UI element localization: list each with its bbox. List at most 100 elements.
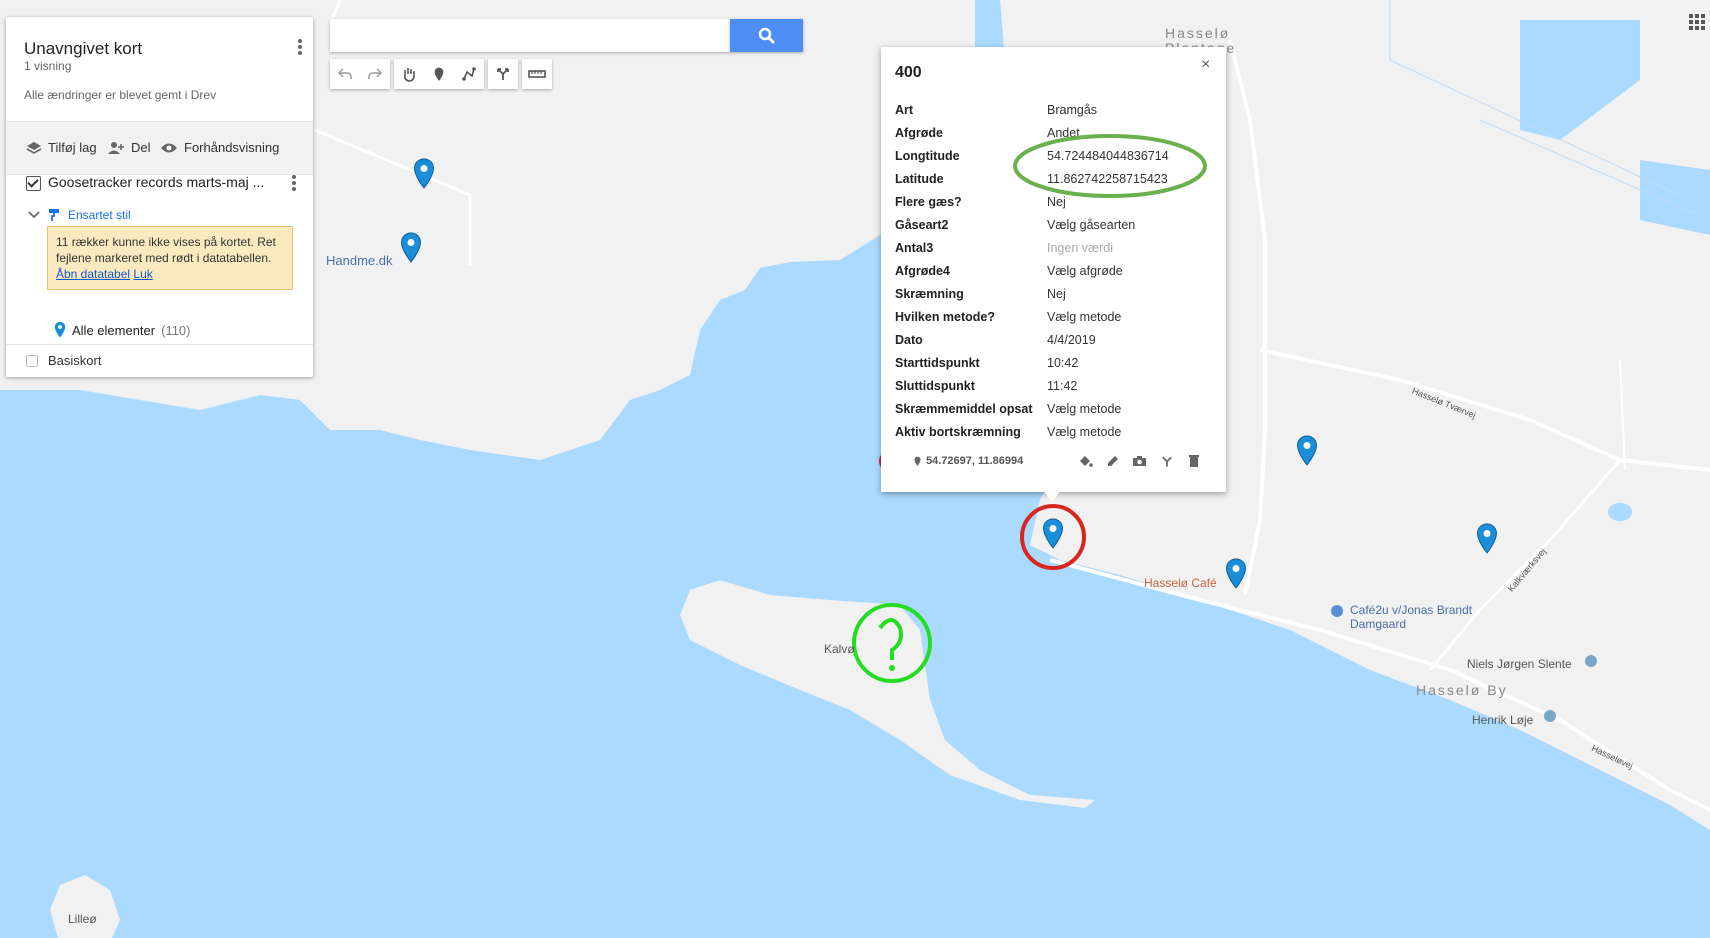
popup-actions	[1072, 451, 1207, 471]
measure-group	[522, 59, 552, 89]
popup-field-row: Antal3 Ingen værdi	[895, 241, 1215, 259]
layers-panel: Unavngivet kort 1 visning Alle ændringer…	[6, 17, 313, 377]
field-key: Latitude	[895, 172, 944, 186]
map-label-hasselo-cafe[interactable]: Hasselø Café	[1144, 576, 1217, 590]
basemap-expand-icon[interactable]	[26, 354, 38, 367]
camera-icon[interactable]	[1126, 451, 1153, 471]
field-key: Starttidspunkt	[895, 356, 980, 370]
trash-icon[interactable]	[1180, 451, 1207, 471]
apps-grid-icon[interactable]	[1688, 13, 1706, 31]
map-pin-icon[interactable]	[1042, 518, 1064, 550]
field-key: Afgrøde	[895, 126, 943, 140]
add-marker-icon[interactable]	[424, 59, 454, 89]
warning-text: 11 rækker kunne ikke vises på kortet. Re…	[56, 235, 276, 265]
field-key: Hvilken metode?	[895, 310, 996, 324]
map-pin-icon[interactable]	[1225, 558, 1247, 590]
popup-field-row: Art Bramgås	[895, 103, 1215, 121]
field-key: Skræmning	[895, 287, 964, 301]
redo-icon[interactable]	[360, 59, 390, 89]
popup-coordinates: 54.72697, 11.86994	[914, 455, 1023, 467]
field-value: Vælg afgrøde	[1047, 264, 1123, 278]
layer-row[interactable]: Goosetracker records marts-maj ...	[26, 172, 296, 196]
layer-visibility-checkbox[interactable]	[26, 176, 41, 191]
directions-icon[interactable]	[1153, 451, 1180, 471]
popup-field-row: Afgrøde4 Vælg afgrøde	[895, 264, 1215, 282]
search-input[interactable]	[330, 19, 730, 52]
layer-options-icon[interactable]	[284, 173, 304, 195]
dismiss-warning-link[interactable]: Luk	[133, 267, 152, 281]
eye-icon	[161, 143, 177, 152]
map-title[interactable]: Unavngivet kort	[24, 39, 142, 59]
popup-field-row: Hvilken metode? Vælg metode	[895, 310, 1215, 328]
undo-redo-group	[330, 59, 390, 89]
import-warning: 11 rækker kunne ikke vises på kortet. Re…	[47, 226, 293, 290]
field-key: Antal3	[895, 241, 934, 255]
field-value: Ingen værdi	[1047, 241, 1114, 255]
preview-label: Forhåndsvisning	[184, 140, 280, 155]
map-label-henrik[interactable]: Henrik Løje	[1472, 713, 1533, 727]
pin-icon	[54, 321, 66, 338]
share-button[interactable]: Del	[107, 140, 151, 155]
field-value: Vælg metode	[1047, 402, 1122, 416]
draw-line-icon[interactable]	[454, 59, 484, 89]
popup-title: 400	[895, 64, 922, 81]
chevron-down-icon[interactable]	[28, 211, 40, 219]
directions-group	[488, 59, 518, 89]
edit-pencil-icon[interactable]	[1099, 451, 1126, 471]
undo-icon[interactable]	[330, 59, 360, 89]
all-elements-label: Alle elementer	[72, 322, 156, 338]
panel-toolbar: Tilføj lag Del Forhåndsvisning	[6, 121, 313, 175]
ruler-icon[interactable]	[522, 59, 552, 89]
paint-roller-icon	[49, 209, 59, 221]
directions-icon[interactable]	[488, 59, 518, 89]
search-button[interactable]	[730, 19, 803, 52]
map-pin-icon[interactable]	[413, 158, 435, 190]
feature-info-popup: 400 × Art Bramgås Afgrøde Andet Longtitude…	[881, 47, 1226, 492]
map-label-handme[interactable]: Handme.dk	[326, 253, 392, 268]
field-value: Bramgås	[1047, 103, 1098, 117]
all-elements-row[interactable]: Alle elementer (110)	[54, 321, 191, 339]
map-pin-icon[interactable]	[400, 232, 422, 264]
field-key: Afgrøde4	[895, 264, 950, 278]
field-key: Sluttidspunkt	[895, 379, 975, 393]
preview-button[interactable]: Forhåndsvisning	[160, 140, 279, 155]
add-person-icon	[108, 141, 124, 154]
hand-icon[interactable]	[394, 59, 424, 89]
field-value: 11:42	[1047, 379, 1078, 393]
layer-name[interactable]: Goosetracker records marts-maj ...	[48, 174, 264, 190]
field-value: 10:42	[1047, 356, 1079, 370]
popup-field-row: Skræmning Nej	[895, 287, 1215, 305]
popup-pointer	[1043, 490, 1061, 502]
field-key: Longtitude	[895, 149, 960, 163]
map-pin-icon[interactable]	[1296, 435, 1318, 467]
popup-field-row: Gåseart2 Vælg gåsearten	[895, 218, 1215, 236]
popup-field-row: Starttidspunkt 10:42	[895, 356, 1215, 374]
field-key: Dato	[895, 333, 923, 347]
style-row[interactable]: Ensartet stil	[28, 208, 131, 222]
views-count: 1 visning	[24, 59, 72, 73]
map-pin-icon[interactable]	[1476, 523, 1498, 555]
field-key: Skræmmemiddel opsat	[895, 402, 1033, 416]
basemap-row[interactable]: Basiskort	[26, 353, 101, 368]
panel-divider	[6, 344, 313, 345]
paint-bucket-icon[interactable]	[1072, 451, 1099, 471]
field-key: Gåseart2	[895, 218, 949, 232]
map-label-hasselo-by: Hasselø By	[1416, 682, 1508, 698]
poi-icon[interactable]	[1585, 655, 1597, 667]
add-layer-button[interactable]: Tilføj lag	[26, 140, 97, 155]
open-datatable-link[interactable]: Åbn datatabel	[56, 267, 130, 281]
field-value: 4/4/2019	[1047, 333, 1096, 347]
popup-field-row: Aktiv bortskræmning Vælg metode	[895, 425, 1215, 443]
basemap-label: Basiskort	[48, 353, 102, 368]
layers-icon	[26, 141, 42, 154]
map-label-niels[interactable]: Niels Jørgen Slente	[1467, 657, 1572, 671]
map-options-icon[interactable]	[290, 37, 310, 59]
all-elements-count: (110)	[161, 322, 191, 338]
map-label-cafe2u[interactable]: Café2u v/Jonas Brandt Damgaard	[1350, 603, 1500, 631]
poi-icon[interactable]	[1544, 710, 1556, 722]
pin-icon	[914, 456, 921, 466]
map-label-kalvo: Kalvø	[824, 642, 855, 656]
close-icon[interactable]: ×	[1201, 56, 1210, 74]
style-label[interactable]: Ensartet stil	[68, 208, 131, 222]
poi-icon[interactable]	[1331, 605, 1343, 617]
